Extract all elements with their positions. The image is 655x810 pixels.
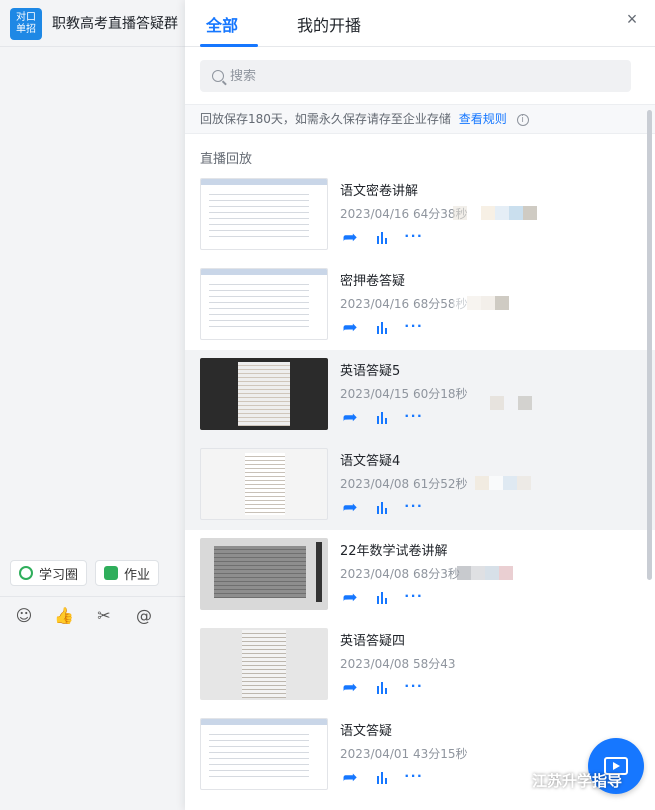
replay-title: 语文密卷讲解	[340, 184, 419, 199]
replay-actions: ➦ ···	[340, 318, 424, 336]
more-icon[interactable]: ···	[404, 588, 424, 606]
replay-title: 英语答疑5	[340, 364, 401, 379]
study-circle-label: 学习圈	[39, 567, 79, 583]
replay-item[interactable]: 语文答疑4 2023/04/08 61分52秒 ➦ ···	[185, 440, 655, 530]
replay-item[interactable]: 密押卷答疑 2023/04/16 68分58秒 ➦ ···	[185, 260, 655, 350]
blurred-avatars	[475, 476, 531, 490]
replay-actions: ➦ ···	[340, 588, 424, 606]
share-icon[interactable]: ➦	[340, 318, 360, 336]
toolbar-divider	[0, 596, 185, 597]
share-icon[interactable]: ➦	[340, 228, 360, 246]
more-icon[interactable]: ···	[404, 228, 424, 246]
info-icon[interactable]: i	[516, 113, 529, 126]
replay-thumbnail[interactable]	[200, 358, 328, 430]
replay-item[interactable]: 英语答疑5 2023/04/15 60分18秒 ➦ ···	[185, 350, 655, 440]
replay-thumbnail[interactable]	[200, 538, 328, 610]
study-circle-button[interactable]: 学习圈	[10, 560, 88, 586]
blurred-avatars	[453, 296, 509, 310]
stats-icon[interactable]	[372, 498, 392, 516]
retention-notice: 回放保存180天，如需永久保存请存至企业存储 查看规则 i	[185, 104, 655, 134]
replay-title: 密押卷答疑	[340, 274, 406, 289]
replay-title: 语文答疑	[340, 724, 393, 739]
study-circle-icon	[19, 566, 33, 580]
more-icon[interactable]: ···	[404, 408, 424, 426]
active-tab-indicator	[200, 44, 258, 47]
replay-title: 语文答疑4	[340, 454, 401, 469]
replay-meta: 2023/04/08 68分3秒	[340, 567, 460, 581]
replay-thumbnail[interactable]	[200, 448, 328, 520]
live-replay-panel: 全部 我的开播 × 回放保存180天，如需永久保存请存至企业存储 查看规则 i …	[185, 0, 655, 810]
replay-meta: 2023/04/16 64分38秒	[340, 207, 468, 221]
stats-icon[interactable]	[372, 408, 392, 426]
thumbs-up-icon[interactable]: 👍	[54, 606, 74, 626]
blurred-avatars	[457, 566, 513, 580]
scrollbar[interactable]	[647, 110, 652, 580]
replay-title: 22年数学试卷讲解	[340, 544, 448, 559]
blurred-avatars	[490, 396, 532, 410]
share-icon[interactable]: ➦	[340, 588, 360, 606]
replay-actions: ➦ ···	[340, 228, 424, 246]
more-icon[interactable]: ···	[404, 318, 424, 336]
stats-icon[interactable]	[372, 318, 392, 336]
stats-icon[interactable]	[372, 588, 392, 606]
share-icon[interactable]: ➦	[340, 408, 360, 426]
tab-all[interactable]: 全部	[206, 12, 238, 36]
input-toolbar: ☺ 👍 ✂ @	[14, 606, 154, 626]
replay-meta: 2023/04/01 43分15秒	[340, 747, 468, 761]
replay-meta: 2023/04/08 61分52秒	[340, 477, 468, 491]
homework-icon	[104, 566, 119, 580]
replay-thumbnail[interactable]	[200, 268, 328, 340]
replay-actions: ➦ ···	[340, 408, 424, 426]
watermark: 江苏升学指导	[506, 770, 622, 791]
header-divider	[0, 46, 185, 47]
replay-thumbnail[interactable]	[200, 178, 328, 250]
replay-thumbnail[interactable]	[200, 718, 328, 790]
share-icon[interactable]: ➦	[340, 498, 360, 516]
replay-actions: ➦ ···	[340, 768, 424, 786]
quick-action-bar: 学习圈 作业	[10, 560, 160, 586]
tab-my-broadcasts[interactable]: 我的开播	[297, 12, 361, 36]
replay-actions: ➦ ···	[340, 498, 424, 516]
search-icon	[212, 70, 224, 82]
replay-item[interactable]: 英语答疑四 2023/04/08 58分43 ➦ ···	[185, 620, 655, 710]
share-icon[interactable]: ➦	[340, 678, 360, 696]
stats-icon[interactable]	[372, 678, 392, 696]
group-name[interactable]: 职教高考直播答疑群	[52, 13, 178, 33]
replay-item[interactable]: 语文密卷讲解 2023/04/16 64分38秒 ➦ ···	[185, 170, 655, 260]
search-input[interactable]	[230, 68, 610, 84]
homework-label: 作业	[124, 567, 151, 583]
share-icon[interactable]: ➦	[340, 768, 360, 786]
close-icon[interactable]: ×	[623, 10, 641, 28]
blurred-avatars	[453, 206, 537, 220]
scissors-icon[interactable]: ✂	[94, 606, 114, 626]
replay-meta: 2023/04/08 58分43	[340, 657, 456, 671]
replay-item[interactable]: 22年数学试卷讲解 2023/04/08 68分3秒 ➦ ···	[185, 530, 655, 620]
watermark-text: 江苏升学指导	[532, 772, 623, 790]
replay-actions: ➦ ···	[340, 678, 424, 696]
replay-list: 语文密卷讲解 2023/04/16 64分38秒 ➦ ··· 密押卷答疑 202…	[185, 170, 655, 800]
stats-icon[interactable]	[372, 768, 392, 786]
retention-notice-text: 回放保存180天，如需永久保存请存至企业存储	[200, 112, 451, 126]
tab-bar: 全部 我的开播 ×	[185, 0, 655, 47]
group-avatar[interactable]: 对口 单招	[10, 8, 42, 40]
replay-title: 英语答疑四	[340, 634, 406, 649]
mention-icon[interactable]: @	[134, 606, 154, 626]
view-rules-link[interactable]: 查看规则	[459, 112, 507, 126]
wechat-icon	[506, 772, 526, 789]
replay-meta: 2023/04/15 60分18秒	[340, 387, 468, 401]
more-icon[interactable]: ···	[404, 768, 424, 786]
more-icon[interactable]: ···	[404, 678, 424, 696]
emoji-icon[interactable]: ☺	[14, 606, 34, 626]
search-box[interactable]	[200, 60, 631, 92]
stats-icon[interactable]	[372, 228, 392, 246]
replay-thumbnail[interactable]	[200, 628, 328, 700]
replay-meta: 2023/04/16 68分58秒	[340, 297, 468, 311]
more-icon[interactable]: ···	[404, 498, 424, 516]
section-title: 直播回放	[200, 152, 253, 167]
homework-button[interactable]: 作业	[95, 560, 160, 586]
